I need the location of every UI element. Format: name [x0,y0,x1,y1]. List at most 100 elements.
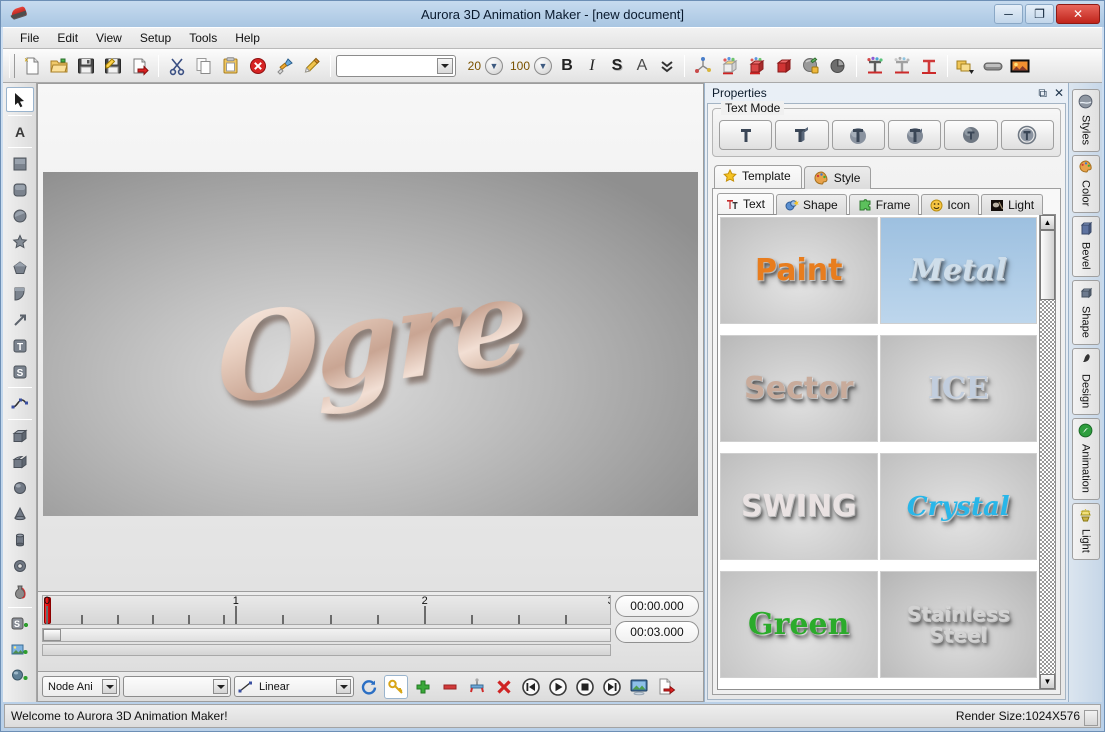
vertical-tab-bevel[interactable]: Bevel [1072,216,1100,277]
anim-name-select[interactable] [123,676,231,697]
export-video-button[interactable] [654,675,678,699]
minimize-button[interactable]: ─ [994,4,1023,24]
scroll-down-button[interactable]: ▼ [1040,674,1055,689]
current-time-field[interactable]: 00:00.000 [615,595,699,617]
dark-sphere-button[interactable] [825,53,851,79]
anim-name-chevron-icon[interactable] [213,679,228,694]
save-button[interactable] [73,53,99,79]
pentagon-tool[interactable] [6,255,34,280]
move-cube-button[interactable] [744,53,770,79]
toolbar-grip[interactable] [9,54,15,78]
template-thumbnail[interactable]: Crystal [880,453,1038,560]
pencil-button[interactable] [299,53,325,79]
chevron-down-icon[interactable] [437,58,453,74]
quarter-circle-tool[interactable] [6,281,34,306]
template-thumbnail[interactable]: Sector [720,335,878,442]
select-tool[interactable] [6,87,34,112]
rotate-cube-button[interactable] [717,53,743,79]
template-thumbnail[interactable]: Paint [720,217,878,324]
paste-clipboard-button[interactable] [218,53,244,79]
timeline-scrollbar[interactable] [42,628,611,642]
timeline-ruler[interactable]: 0123 [42,595,611,625]
arrow-shape-tool[interactable] [6,307,34,332]
shape-dropdown-button[interactable] [953,53,979,79]
text-mode-flat-button[interactable] [719,120,772,150]
play-button[interactable] [546,675,570,699]
duration-field[interactable]: 00:03.000 [615,621,699,643]
circle-tool[interactable] [6,203,34,228]
remove-keyframe-button[interactable] [438,675,462,699]
add-s-shape-tool[interactable]: S [6,611,34,636]
delete-button[interactable] [245,53,271,79]
add-image-tool[interactable] [6,637,34,662]
template-thumbnail[interactable]: Stainless Steel [880,571,1038,678]
vertical-tab-color[interactable]: Color [1072,155,1100,213]
subtab-shape[interactable]: Shape [776,194,847,215]
scroll-up-button[interactable]: ▲ [1040,215,1055,230]
bezier-path-tool[interactable] [6,391,34,416]
refresh-button[interactable] [357,675,381,699]
text-mode-sphere-button[interactable] [1001,120,1054,150]
keyframe-edit-button[interactable] [465,675,489,699]
text-mode-bevel-button[interactable] [832,120,885,150]
template-thumbnail[interactable]: Green [720,571,878,678]
toolbar-more-button[interactable] [655,54,679,78]
go-start-button[interactable] [519,675,543,699]
rounded-cube-3d-tool[interactable] [6,449,34,474]
cut-button[interactable] [164,53,190,79]
cube-3d-tool[interactable] [6,423,34,448]
sphere-3d-tool[interactable] [6,475,34,500]
outline-button[interactable]: A [630,54,654,78]
template-scrollbar[interactable]: ▲ ▼ [1039,215,1055,689]
vertical-tab-light[interactable]: Light [1072,503,1100,560]
close-button[interactable]: ✕ [1056,4,1100,24]
text-mode-disc-button[interactable] [944,120,997,150]
timeline-track[interactable] [42,644,611,656]
menu-item-tools[interactable]: Tools [180,29,226,47]
red-cube-button[interactable] [771,53,797,79]
subtab-frame[interactable]: Frame [849,194,920,215]
font-spacing-chevron-icon[interactable]: ▼ [534,57,552,75]
menu-item-view[interactable]: View [87,29,131,47]
template-thumbnail[interactable]: ICE [880,335,1038,442]
menu-item-help[interactable]: Help [226,29,269,47]
viewport[interactable]: Ogre Ogre [37,83,704,592]
subtab-text[interactable]: Text [717,193,774,214]
stop-button[interactable] [573,675,597,699]
template-thumbnail[interactable]: SWING [720,453,878,560]
text-shape-tool-button[interactable] [916,53,942,79]
template-thumbnail[interactable]: Metal [880,217,1038,324]
font-size-chevron-icon[interactable]: ▼ [485,57,503,75]
square-tool[interactable] [6,151,34,176]
menu-item-setup[interactable]: Setup [131,29,180,47]
scrollbar-track[interactable] [1040,300,1055,674]
text-color-tool-button[interactable] [862,53,888,79]
font-family-select[interactable] [336,55,456,77]
text-mode-extrude-button[interactable] [775,120,828,150]
add-sphere-tool[interactable] [6,663,34,688]
axis-gizmo-button[interactable] [690,53,716,79]
rounded-square-tool[interactable] [6,177,34,202]
render-canvas[interactable]: Ogre Ogre [43,172,698,516]
resize-grip[interactable] [1084,710,1098,726]
undock-icon[interactable]: ⧉ [1038,86,1047,101]
vertical-tab-animation[interactable]: Animation [1072,418,1100,500]
bevel-pill-button[interactable] [980,53,1006,79]
subtab-light[interactable]: Light [981,194,1043,215]
anim-type-chevron-icon[interactable] [102,679,117,694]
tab-style[interactable]: Style [804,166,872,189]
cylinder-3d-tool[interactable] [6,527,34,552]
scene-text-ogre[interactable]: Ogre [214,250,526,433]
preview-button[interactable] [627,675,651,699]
paint-sphere-button[interactable] [798,53,824,79]
add-keyframe-button[interactable] [411,675,435,699]
close-panel-icon[interactable]: ✕ [1054,86,1064,100]
delete-all-button[interactable] [492,675,516,699]
go-end-button[interactable] [600,675,624,699]
font-size-stepper[interactable]: 20 ▼ [457,54,505,78]
new-document-button[interactable] [19,53,45,79]
text-bevel-tool-button[interactable] [889,53,915,79]
cone-3d-tool[interactable] [6,501,34,526]
save-as-button[interactable] [100,53,126,79]
vertical-tab-shape[interactable]: Shape [1072,280,1100,345]
